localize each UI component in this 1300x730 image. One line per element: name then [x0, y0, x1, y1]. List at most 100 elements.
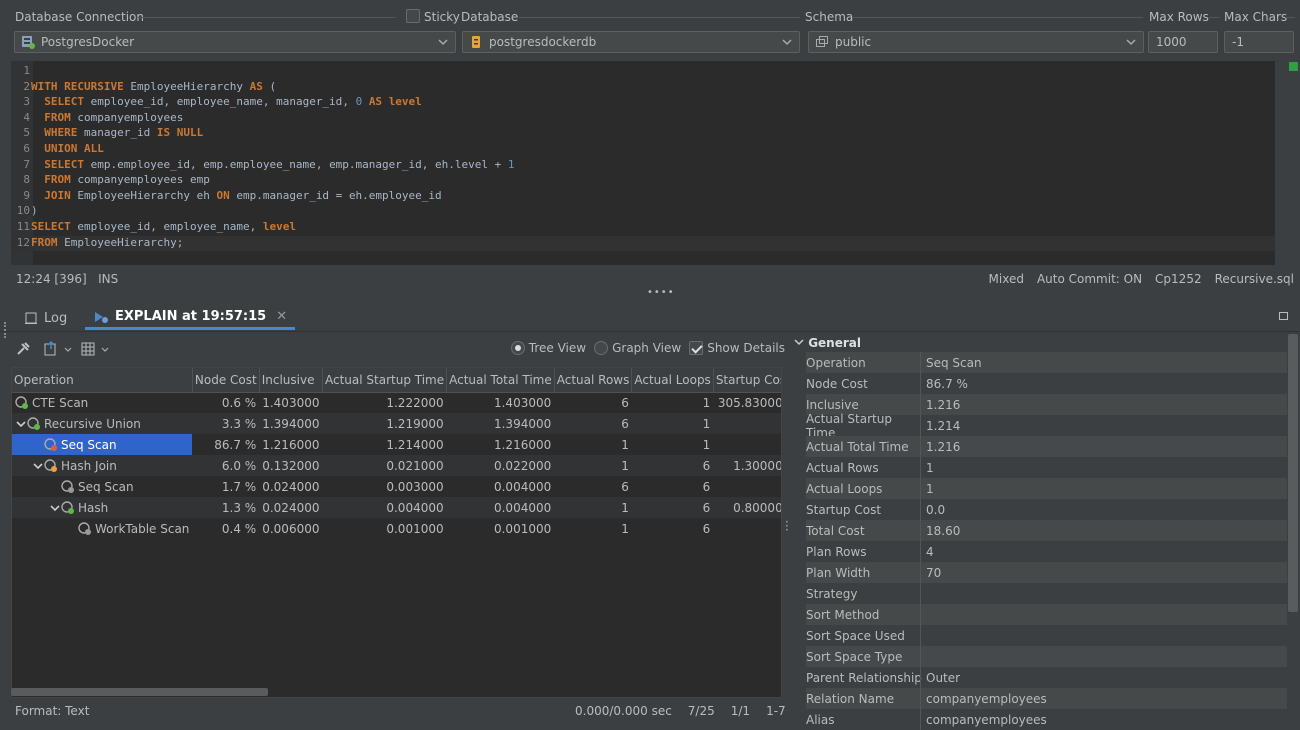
editor-line[interactable]: 5 WHERE manager_id IS NULL: [11, 126, 1275, 142]
metric-cell[interactable]: 1: [632, 392, 713, 413]
metric-cell[interactable]: 1.403000: [259, 392, 322, 413]
graph-view-option[interactable]: Graph View: [594, 341, 681, 355]
expand-chevron-icon[interactable]: [32, 460, 44, 472]
property-row[interactable]: Total Cost 18.60: [806, 520, 1287, 541]
metric-cell[interactable]: 6: [631, 497, 714, 518]
column-header[interactable]: Startup Cost: [713, 368, 781, 393]
plan-row[interactable]: Seq Scan 86.7 % 1.216000 1.214000 1.216000 1 1…: [12, 434, 781, 455]
editor-line[interactable]: 11SELECT employee_id, employee_name, lev…: [11, 220, 1275, 236]
side-grip[interactable]: [4, 322, 6, 338]
property-row[interactable]: Actual Rows 1: [806, 457, 1287, 478]
metric-cell[interactable]: 0.4 %: [192, 518, 259, 539]
editor-line[interactable]: 10): [11, 204, 1275, 220]
tab-explain[interactable]: EXPLAIN at 19:57:15 ✕: [85, 306, 296, 330]
metric-cell[interactable]: 0.021000: [322, 455, 447, 476]
maximize-icon[interactable]: [1279, 312, 1288, 320]
property-row[interactable]: Sort Space Type: [806, 646, 1287, 667]
tree-view-option[interactable]: Tree View: [510, 341, 586, 355]
editor-line[interactable]: 1: [11, 64, 1275, 80]
metric-cell[interactable]: 0.800000: [713, 497, 781, 518]
metric-cell[interactable]: 0: [713, 413, 781, 434]
property-row[interactable]: Plan Rows 4: [806, 541, 1287, 562]
metric-cell[interactable]: 1.7 %: [192, 476, 259, 497]
metric-cell[interactable]: 1.216000: [259, 434, 322, 455]
grid-layout-icon[interactable]: [80, 341, 96, 357]
max-rows-input[interactable]: 1000: [1148, 31, 1218, 53]
explain-plan-grid[interactable]: Operation Node Cost Inclusive Actual Startu…: [11, 367, 782, 698]
metric-cell[interactable]: 1.394000: [259, 413, 323, 434]
connection-select[interactable]: PostgresDocker: [14, 31, 456, 53]
metric-cell[interactable]: 1.219000: [322, 413, 447, 434]
metric-cell[interactable]: 3.3 %: [192, 413, 260, 434]
metric-cell[interactable]: 1: [554, 455, 632, 476]
column-header[interactable]: Actual Loops: [631, 368, 714, 393]
show-details-checkbox[interactable]: [689, 341, 704, 355]
plan-row[interactable]: Hash Join 6.0 % 0.132000 0.021000 0.022000 1 6…: [12, 455, 781, 476]
plan-row[interactable]: Hash 1.3 % 0.024000 0.004000 0.004000 1 6 0.800…: [12, 497, 781, 518]
metric-cell[interactable]: 6: [554, 413, 632, 434]
property-row[interactable]: Node Cost 86.7 %: [806, 373, 1287, 394]
metric-cell[interactable]: 305.830000: [713, 392, 781, 413]
metric-cell[interactable]: 0.022000: [446, 455, 555, 476]
property-row[interactable]: Operation Seq Scan: [806, 352, 1287, 373]
autocommit-status[interactable]: Auto Commit: ON: [1037, 272, 1142, 286]
editor-line[interactable]: 7 SELECT emp.employee_id, emp.employee_n…: [11, 158, 1275, 174]
general-section-header[interactable]: General: [794, 336, 861, 350]
horizontal-scrollbar[interactable]: [11, 688, 268, 696]
tree-view-radio[interactable]: [510, 341, 525, 355]
plan-row[interactable]: CTE Scan 0.6 % 1.403000 1.222000 1.403000 6 1 3…: [12, 392, 781, 413]
metric-cell[interactable]: 6: [554, 476, 632, 497]
metric-cell[interactable]: 1.3 %: [192, 497, 260, 518]
sticky-checkbox[interactable]: [406, 9, 420, 23]
property-row[interactable]: Alias companyemployees: [806, 709, 1287, 730]
editor-line[interactable]: 2WITH RECURSIVE EmployeeHierarchy AS (: [11, 80, 1275, 96]
metric-cell[interactable]: 6: [632, 518, 713, 539]
schema-select[interactable]: public: [808, 31, 1144, 53]
operation-cell[interactable]: Recursive Union: [12, 413, 193, 434]
metric-cell[interactable]: 1: [554, 497, 632, 518]
metric-cell[interactable]: 0.004000: [322, 497, 447, 518]
editor-line[interactable]: 8 FROM companyemployees emp: [11, 173, 1275, 189]
splitter-handle[interactable]: ••••: [647, 287, 675, 298]
panel-splitter[interactable]: · · ·: [785, 516, 789, 536]
metric-cell[interactable]: 0: [713, 434, 781, 455]
column-header[interactable]: Actual Startup Time: [322, 368, 448, 393]
metric-cell[interactable]: 0.006000: [259, 518, 322, 539]
metric-cell[interactable]: 1: [554, 518, 632, 539]
close-tab-icon[interactable]: ✕: [276, 309, 287, 324]
chevron-down-icon[interactable]: [63, 341, 73, 357]
property-row[interactable]: Plan Width 70: [806, 562, 1287, 583]
operation-cell[interactable]: WorkTable Scan: [12, 518, 192, 539]
metric-cell[interactable]: 1: [632, 434, 713, 455]
metric-cell[interactable]: 0.132000: [259, 455, 323, 476]
property-row[interactable]: Actual Total Time 1.216: [806, 436, 1287, 457]
editor-line[interactable]: 3 SELECT employee_id, employee_name, man…: [11, 95, 1275, 111]
operation-cell[interactable]: Seq Scan: [12, 476, 192, 497]
metric-cell[interactable]: 1.394000: [446, 413, 555, 434]
editor-scroll-gutter[interactable]: [1275, 61, 1300, 265]
export-icon[interactable]: [43, 341, 59, 357]
metric-cell[interactable]: 1: [631, 413, 714, 434]
editor-line[interactable]: 4 FROM companyemployees: [11, 111, 1275, 127]
metric-cell[interactable]: 0: [713, 518, 781, 539]
property-row[interactable]: Startup Cost 0.0: [806, 499, 1287, 520]
properties-scrollbar[interactable]: [1288, 334, 1298, 612]
metric-cell[interactable]: 1.300000: [713, 455, 781, 476]
graph-view-radio[interactable]: [594, 341, 609, 355]
property-row[interactable]: Parent Relationship Outer: [806, 667, 1287, 688]
metric-cell[interactable]: 6: [632, 476, 713, 497]
property-row[interactable]: Actual Loops 1: [806, 478, 1287, 499]
metric-cell[interactable]: 1.214000: [322, 434, 446, 455]
metric-cell[interactable]: 1: [554, 434, 632, 455]
metric-cell[interactable]: 0.003000: [322, 476, 446, 497]
editor-line[interactable]: 12FROM EmployeeHierarchy;: [11, 235, 1275, 252]
metric-cell[interactable]: 0.004000: [446, 497, 555, 518]
sql-editor[interactable]: 1 2WITH RECURSIVE EmployeeHierarchy AS (3…: [11, 61, 1275, 265]
metric-cell[interactable]: 6.0 %: [192, 455, 260, 476]
metric-cell[interactable]: 0.024000: [259, 476, 322, 497]
property-row[interactable]: Actual Startup Time 1.214: [806, 412, 1287, 440]
metric-cell[interactable]: 0.004000: [447, 476, 555, 497]
max-chars-input[interactable]: -1: [1224, 31, 1294, 53]
property-row[interactable]: Relation Name companyemployees: [806, 688, 1287, 709]
operation-cell[interactable]: Hash: [12, 497, 193, 518]
